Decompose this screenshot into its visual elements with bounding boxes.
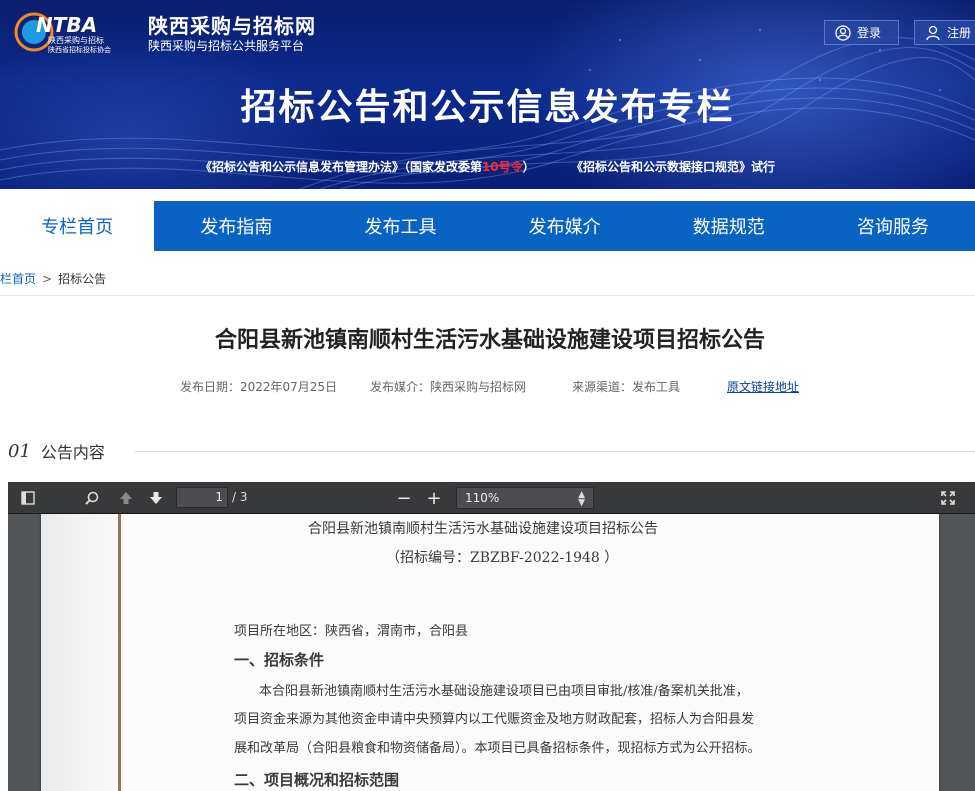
document-title: 合阳县新池镇南顺村生活污水基础设施建设项目招标公告 — [308, 521, 658, 537]
register-label: 注册 — [947, 26, 972, 40]
section-label: 公告内容 — [40, 443, 105, 462]
zoom-in-button[interactable]: + — [424, 488, 444, 509]
divider — [135, 451, 975, 452]
scan-binding-line — [118, 514, 121, 791]
logo-text: NTBA — [36, 13, 97, 37]
page-total: / 3 — [232, 490, 248, 504]
scan-margin — [41, 514, 117, 791]
page-title: 合阳县新池镇南顺村生活污水基础设施建设项目招标公告 — [214, 328, 765, 353]
document-code: （招标编号：ZBZBF-2022-1948 ） — [386, 550, 619, 566]
nav-item-media[interactable]: 发布媒介 — [483, 201, 647, 251]
previous-page-icon[interactable] — [116, 488, 136, 508]
nav-item-consulting[interactable]: 咨询服务 — [811, 201, 975, 251]
nav-item-tools[interactable]: 发布工具 — [318, 201, 482, 251]
nav-item-guide[interactable]: 发布指南 — [154, 201, 318, 251]
zoom-value: 110% — [465, 491, 500, 505]
zoom-select[interactable]: 110% ▲ ▼ — [456, 487, 594, 509]
site-name: 陕西采购与招标网 — [148, 14, 316, 38]
svg-text:陕西省招标投标协会: 陕西省招标投标协会 — [48, 45, 111, 54]
document-paragraph-line: 展和改革局（合阳县粮食和物资储备局）。本项目已具备招标条件，现招标方式为公开招标… — [234, 741, 761, 756]
section-number: 01 — [8, 440, 31, 462]
document-heading: 一、招标条件 — [234, 651, 325, 669]
main-nav: 专栏首页 发布指南 发布工具 发布媒介 数据规范 咨询服务 — [0, 201, 975, 251]
breadcrumb-current: 招标公告 — [58, 272, 107, 286]
publish-date: 发布日期：2022年07月25日 — [180, 380, 338, 394]
breadcrumb: 栏首页 > 招标公告 — [0, 270, 106, 287]
search-icon[interactable] — [82, 488, 102, 508]
nav-item-home[interactable]: 专栏首页 — [0, 201, 155, 251]
zoom-out-button[interactable]: − — [394, 488, 414, 509]
site-logo[interactable]: NTBA 陕西采购与招标 陕西省招标投标协会 — [12, 8, 140, 54]
sidebar-toggle-icon[interactable] — [18, 488, 38, 508]
section-heading: 01 公告内容 — [8, 439, 105, 463]
pdf-page: 合阳县新池镇南顺村生活污水基础设施建设项目招标公告 （招标编号：ZBZBF-20… — [41, 514, 939, 791]
divider — [0, 295, 975, 296]
original-link[interactable]: 原文链接地址 — [727, 378, 799, 395]
login-button[interactable]: 登录 — [824, 20, 899, 45]
banner-links: 《招标公告和公示信息发布管理办法》（国家发改委第10号令） 《招标公告和公示数据… — [0, 158, 975, 175]
nav-item-data-spec[interactable]: 数据规范 — [647, 201, 811, 251]
user-circle-icon — [835, 24, 851, 41]
publish-media: 发布媒介：陕西采购与招标网 — [370, 380, 527, 394]
svg-text:陕西采购与招标: 陕西采购与招标 — [48, 35, 104, 45]
user-icon — [926, 25, 940, 40]
regulation-link[interactable]: 《招标公告和公示信息发布管理办法》（国家发改委第10号令） — [200, 160, 535, 174]
logo-icon: NTBA 陕西采购与招标 陕西省招标投标协会 — [14, 12, 111, 54]
chevron-right-icon: > — [42, 271, 53, 286]
pdf-viewer: 1 / 3 − + 110% ▲ ▼ 合阳县新池镇南顺村生活污水基础设施建设项目招… — [8, 482, 975, 791]
source-channel: 来源渠道：发布工具 — [572, 380, 681, 394]
page-number-input[interactable]: 1 — [176, 487, 228, 508]
select-arrows-icon: ▲ ▼ — [578, 490, 585, 508]
register-button[interactable]: 注册 — [914, 20, 975, 45]
document-heading: 二、项目概况和招标范围 — [234, 771, 400, 789]
interface-spec-link[interactable]: 《招标公告和公示数据接口规范》试行 — [571, 160, 775, 174]
document-region: 项目所在地区：陕西省，渭南市，合阳县 — [234, 624, 469, 639]
document-paragraph-line: 本合阳县新池镇南顺村生活污水基础设施建设项目已由项目审批/核准/备案机关批准， — [259, 684, 749, 699]
breadcrumb-home-link[interactable]: 栏首页 — [0, 270, 36, 287]
header-banner: NTBA 陕西采购与招标 陕西省招标投标协会 陕西采购与招标网 陕西采购与招标公… — [0, 0, 975, 189]
banner-title: 招标公告和公示信息发布专栏 — [240, 87, 735, 128]
fullscreen-icon[interactable] — [938, 488, 958, 508]
next-page-icon[interactable] — [146, 488, 166, 508]
site-subtitle: 陕西采购与招标公共服务平台 — [148, 39, 305, 53]
pdf-toolbar: 1 / 3 − + 110% ▲ ▼ — [8, 482, 975, 514]
document-paragraph-line: 项目资金来源为其他资金申请中央预算内以工代赈资金及地方财政配套，招标人为合阳县发 — [234, 712, 755, 727]
login-label: 登录 — [857, 26, 882, 40]
